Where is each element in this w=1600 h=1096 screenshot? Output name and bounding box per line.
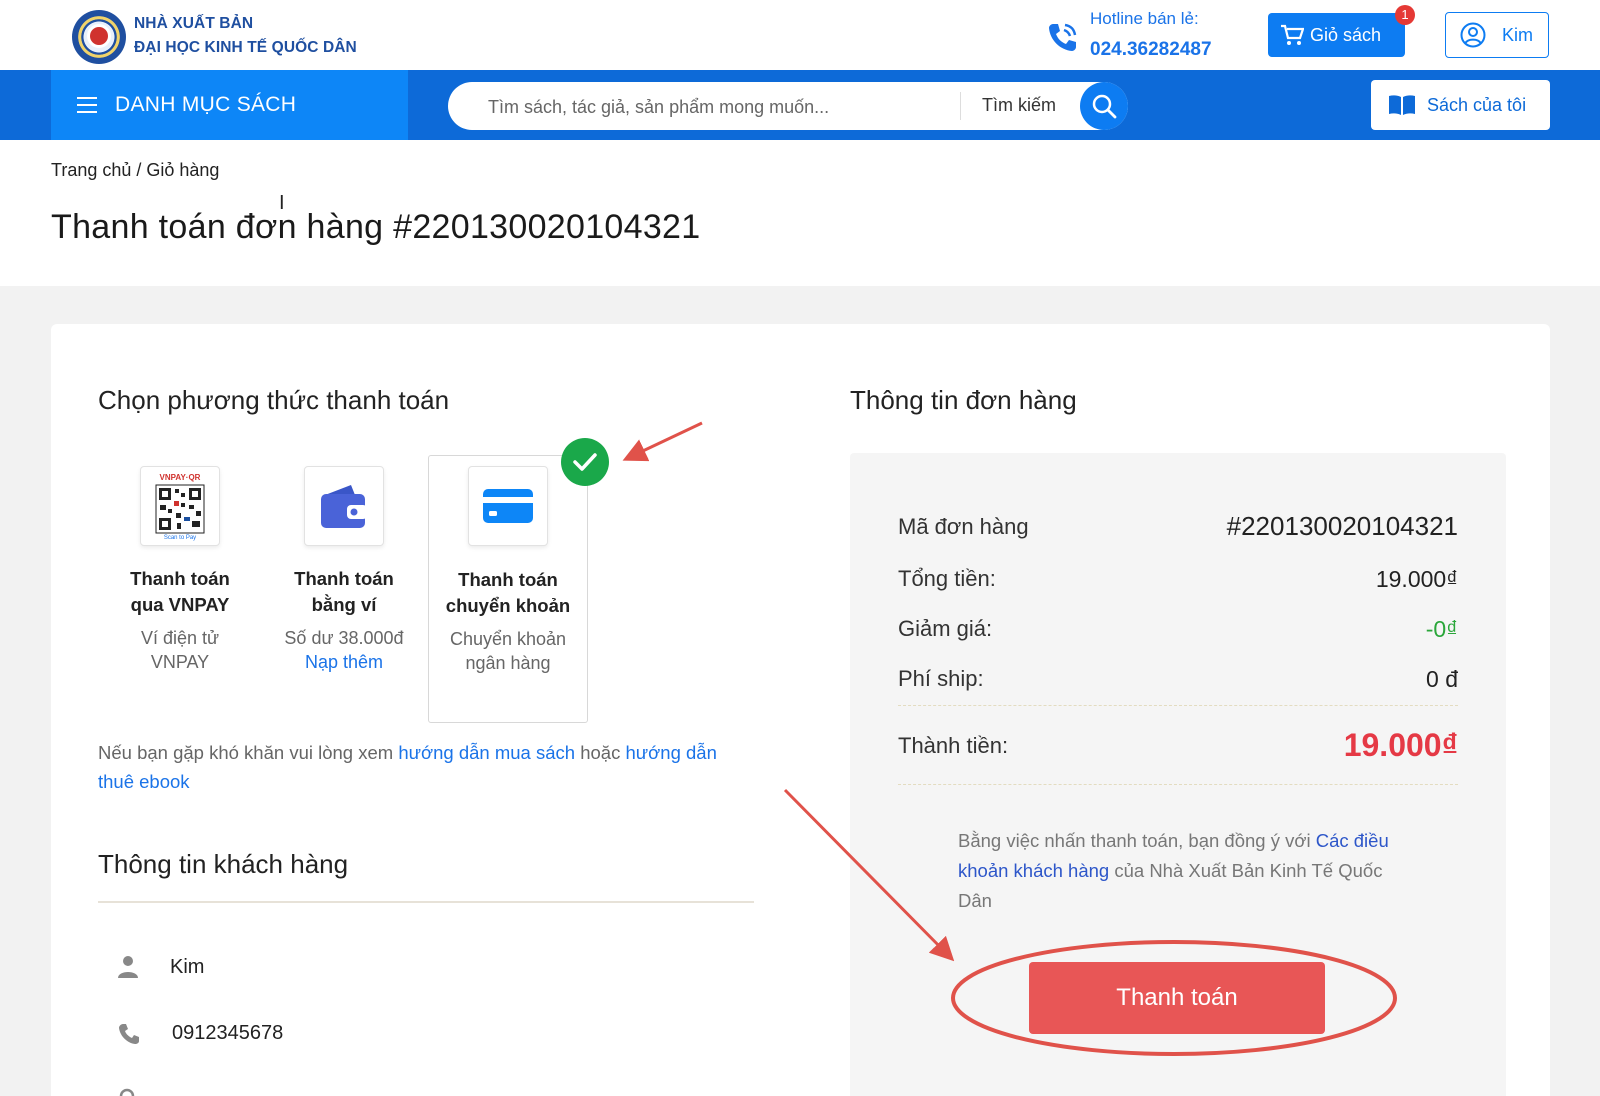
phone-icon bbox=[119, 1023, 139, 1044]
order-final-value: 19.000₫ bbox=[1343, 727, 1458, 763]
customer-phone-row: 0912345678 bbox=[118, 1022, 283, 1045]
order-divider-1 bbox=[898, 705, 1458, 706]
order-section-title: Thông tin đơn hàng bbox=[850, 385, 1077, 415]
order-code-row: Mã đơn hàng #220130020104321 bbox=[898, 511, 1458, 542]
cart-label: Giỏ sách bbox=[1310, 24, 1382, 45]
order-total-row: Tổng tiền: 19.000₫ bbox=[898, 566, 1458, 593]
customer-phone: 0912345678 bbox=[172, 1022, 284, 1044]
help-mid: hoặc bbox=[580, 742, 621, 763]
search-input[interactable] bbox=[488, 92, 948, 122]
payment-option-wallet[interactable]: Thanh toán bằng ví Số dư 38.000đ Nạp thêm bbox=[264, 466, 424, 674]
customer-divider bbox=[98, 901, 754, 903]
order-discount-label: Giảm giá: bbox=[898, 616, 993, 641]
vnpay-qr-icon: VNPAY·QR Scan to Pay bbox=[140, 466, 220, 546]
order-divider-2 bbox=[898, 784, 1458, 785]
text-cursor-icon: I bbox=[279, 192, 285, 214]
customer-section-title: Thông tin khách hàng bbox=[98, 849, 349, 879]
payment-section-title: Chọn phương thức thanh toán bbox=[98, 385, 450, 415]
breadcrumb[interactable]: Trang chủ / Giỏ hàng bbox=[51, 160, 219, 181]
location-pin-icon bbox=[119, 1088, 135, 1096]
cart-icon bbox=[1281, 24, 1304, 45]
order-discount-row: Giảm giá: -0₫ bbox=[898, 616, 1458, 643]
vnpay-name-2: qua VNPAY bbox=[130, 594, 230, 615]
wallet-topup-link[interactable]: Nạp thêm bbox=[264, 650, 424, 674]
wallet-balance: Số dư 38.000đ bbox=[284, 628, 404, 648]
pay-button[interactable]: Thanh toán bbox=[1029, 962, 1325, 1034]
vnpay-sub-1: Ví điện tử bbox=[140, 628, 220, 648]
brand-line-1: NHÀ XUẤT BẢN bbox=[134, 15, 254, 32]
search-label: Tìm kiếm bbox=[982, 95, 1056, 115]
vnpay-name-1: Thanh toán bbox=[130, 568, 230, 589]
open-book-icon bbox=[1389, 95, 1415, 115]
cart-button[interactable]: Giỏ sách bbox=[1268, 13, 1405, 57]
order-total-value: 19.000₫ bbox=[1375, 566, 1458, 592]
vnpay-sub-2: VNPAY bbox=[150, 652, 210, 672]
brand-name[interactable]: NHÀ XUẤT BẢN ĐẠI HỌC KINH TẾ QUỐC DÂN bbox=[134, 12, 357, 60]
order-ship-value: 0 đ bbox=[1426, 666, 1458, 692]
order-total-label: Tổng tiền: bbox=[898, 566, 996, 591]
user-name: Kim bbox=[1502, 24, 1533, 45]
selected-check-icon bbox=[561, 438, 609, 486]
cart-count-badge: 1 bbox=[1395, 5, 1415, 25]
customer-name: Kim bbox=[170, 955, 205, 978]
search-divider bbox=[960, 92, 961, 120]
search-icon bbox=[1092, 94, 1117, 119]
terms-prefix: Bằng việc nhấn thanh toán, bạn đồng ý vớ… bbox=[958, 830, 1311, 851]
payment-option-bank-transfer[interactable]: Thanh toán chuyển khoản Chuyển khoản ngân … bbox=[428, 466, 588, 675]
svg-text:Scan to Pay: Scan to Pay bbox=[164, 535, 196, 541]
person-icon bbox=[118, 956, 138, 978]
guide-buy-books-link[interactable]: hướng dẫn mua sách bbox=[398, 742, 575, 763]
bank-sub-2: ngân hàng bbox=[465, 653, 551, 673]
wallet-name-2: bằng ví bbox=[311, 594, 377, 615]
bank-sub-1: Chuyển khoản bbox=[449, 629, 567, 649]
order-code-value: #220130020104321 bbox=[1226, 511, 1458, 541]
bank-name-2: chuyển khoản bbox=[445, 595, 571, 616]
order-ship-row: Phí ship: 0 đ bbox=[898, 666, 1458, 693]
page-title: Thanh toán đơn hàng #220130020104321 bbox=[51, 208, 701, 246]
order-ship-label: Phí ship: bbox=[898, 666, 984, 691]
help-prefix: Nếu bạn gặp khó khăn vui lòng xem bbox=[98, 742, 394, 763]
help-text: Nếu bạn gặp khó khăn vui lòng xem hướng … bbox=[98, 738, 748, 796]
publisher-logo-icon[interactable] bbox=[72, 10, 126, 64]
bank-name-1: Thanh toán bbox=[458, 569, 558, 590]
my-books-button[interactable]: Sách của tôi bbox=[1371, 80, 1550, 130]
user-circle-icon bbox=[1460, 22, 1486, 48]
customer-name-row: Kim bbox=[118, 955, 204, 979]
user-account-button[interactable]: Kim bbox=[1445, 12, 1549, 58]
svg-text:VNPAY·QR: VNPAY·QR bbox=[160, 473, 201, 482]
credit-card-icon bbox=[468, 466, 548, 546]
hotline-label: Hotline bán lẻ: bbox=[1090, 9, 1199, 28]
wallet-icon bbox=[304, 466, 384, 546]
payment-option-vnpay[interactable]: VNPAY·QR Scan to Pay Thanh toán qua VNPAY… bbox=[100, 466, 260, 674]
order-discount-value: -0₫ bbox=[1425, 616, 1458, 642]
order-code-label: Mã đơn hàng bbox=[898, 514, 1029, 539]
hamburger-icon bbox=[77, 97, 97, 113]
search-button[interactable] bbox=[1080, 82, 1128, 130]
my-books-label: Sách của tôi bbox=[1427, 94, 1527, 115]
brand-line-2: ĐẠI HỌC KINH TẾ QUỐC DÂN bbox=[134, 39, 357, 56]
terms-text: Bằng việc nhấn thanh toán, bạn đồng ý vớ… bbox=[958, 826, 1398, 916]
order-final-row: Thành tiền: 19.000₫ bbox=[898, 727, 1458, 764]
catalog-label: DANH MỤC SÁCH bbox=[115, 93, 297, 116]
catalog-menu-button[interactable]: DANH MỤC SÁCH bbox=[51, 70, 408, 140]
phone-icon bbox=[1049, 23, 1077, 51]
wallet-name-1: Thanh toán bbox=[294, 568, 394, 589]
hotline-number[interactable]: 024.36282487 bbox=[1090, 39, 1212, 61]
order-final-label: Thành tiền: bbox=[898, 733, 1009, 758]
